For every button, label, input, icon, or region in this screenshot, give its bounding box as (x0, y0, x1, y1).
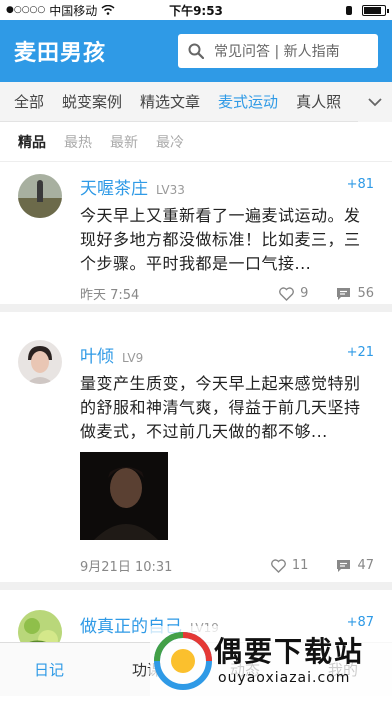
watermark-url: ouyaoxiazai.com (218, 670, 351, 686)
post-username[interactable]: 叶倾 LV9 (80, 342, 143, 367)
tab-all[interactable]: 全部 (14, 91, 44, 112)
search-box[interactable]: 常见问答 | 新人指南 (178, 34, 378, 68)
like-button[interactable]: 11 (270, 558, 309, 573)
comment-icon (337, 287, 351, 300)
nav-diary[interactable]: 日记 (0, 643, 98, 696)
tab-mai-exercise[interactable]: 麦式运动 (218, 91, 278, 112)
heart-icon (279, 286, 295, 301)
chevron-down-icon (368, 97, 382, 106)
watermark-logo-icon (154, 632, 212, 690)
alarm-icon (346, 6, 352, 15)
sort-hottest[interactable]: 最热 (64, 132, 92, 152)
post-score: +81 (346, 177, 374, 192)
like-count: 9 (300, 286, 309, 301)
battery-fill (364, 6, 381, 14)
search-placeholder: 常见问答 | 新人指南 (214, 44, 340, 60)
watermark: 偶要下载站 ouyaoxiazai.com (150, 626, 392, 696)
status-bar: ●○○○○ 中国移动 下午9:53 (0, 0, 392, 20)
post-username[interactable]: 天喔茶庄 LV33 (80, 174, 185, 199)
user-level: LV33 (156, 183, 185, 197)
status-time: 下午9:53 (169, 3, 223, 18)
like-count: 11 (291, 558, 309, 573)
sort-options: 精品 最热 最新 最冷 (0, 122, 392, 162)
wifi-icon (101, 5, 115, 15)
post-content[interactable]: 量变产生质变，今天早上起来感觉特别的舒服和神清气爽，得益于前几天坚持做麦式，不过… (80, 372, 376, 444)
tab-transformation-cases[interactable]: 蜕变案例 (62, 91, 122, 112)
tabs-more-button[interactable] (358, 82, 392, 122)
post-image[interactable] (80, 452, 168, 540)
post-content[interactable]: 今天早上又重新看了一遍麦试运动。发现好多地方都没做标准！比如麦三，三个步骤。平时… (80, 204, 376, 276)
comment-button[interactable]: 47 (336, 558, 374, 573)
comment-count: 47 (357, 558, 374, 573)
tab-featured-articles[interactable]: 精选文章 (140, 91, 200, 112)
post-meta: 9月21日 10:31 11 47 (80, 556, 374, 575)
heart-icon (270, 558, 286, 573)
status-left: ●○○○○ 中国移动 (6, 2, 156, 19)
status-right (236, 4, 389, 16)
comment-icon (337, 559, 351, 572)
category-tabs: 全部 蜕变案例 精选文章 麦式运动 真人照 (0, 82, 392, 122)
username-text: 叶倾 (80, 347, 114, 367)
post-score: +21 (346, 345, 374, 360)
post-card[interactable]: 叶倾 LV9 +21 量变产生质变，今天早上起来感觉特别的舒服和神清气爽，得益于前… (0, 320, 392, 590)
avatar[interactable] (18, 340, 62, 384)
carrier-label: 中国移动 (49, 3, 98, 18)
signal-icon: ●○○○○ (6, 5, 46, 15)
sort-coldest[interactable]: 最冷 (156, 132, 184, 152)
app-header: 麦田男孩 常见问答 | 新人指南 (0, 20, 392, 82)
post-time: 昨天 7:54 (80, 288, 140, 303)
comment-button[interactable]: 56 (336, 286, 374, 301)
like-button[interactable]: 9 (279, 286, 308, 301)
comment-count: 56 (357, 286, 374, 301)
avatar[interactable] (18, 174, 62, 218)
sort-featured[interactable]: 精品 (18, 132, 46, 152)
search-icon (188, 43, 204, 59)
sort-newest[interactable]: 最新 (110, 132, 138, 152)
post-meta: 昨天 7:54 9 56 (80, 284, 374, 303)
tab-real-photos[interactable]: 真人照 (296, 91, 341, 112)
user-level: LV9 (122, 351, 144, 365)
app-title: 麦田男孩 (14, 41, 107, 66)
watermark-title: 偶要下载站 (214, 635, 365, 668)
username-text: 天喔茶庄 (80, 179, 148, 199)
battery-icon (362, 4, 389, 16)
post-card[interactable]: 天喔茶庄 LV33 +81 今天早上又重新看了一遍麦试运动。发现好多地方都没做标准… (0, 162, 392, 312)
post-time: 9月21日 10:31 (80, 560, 173, 575)
